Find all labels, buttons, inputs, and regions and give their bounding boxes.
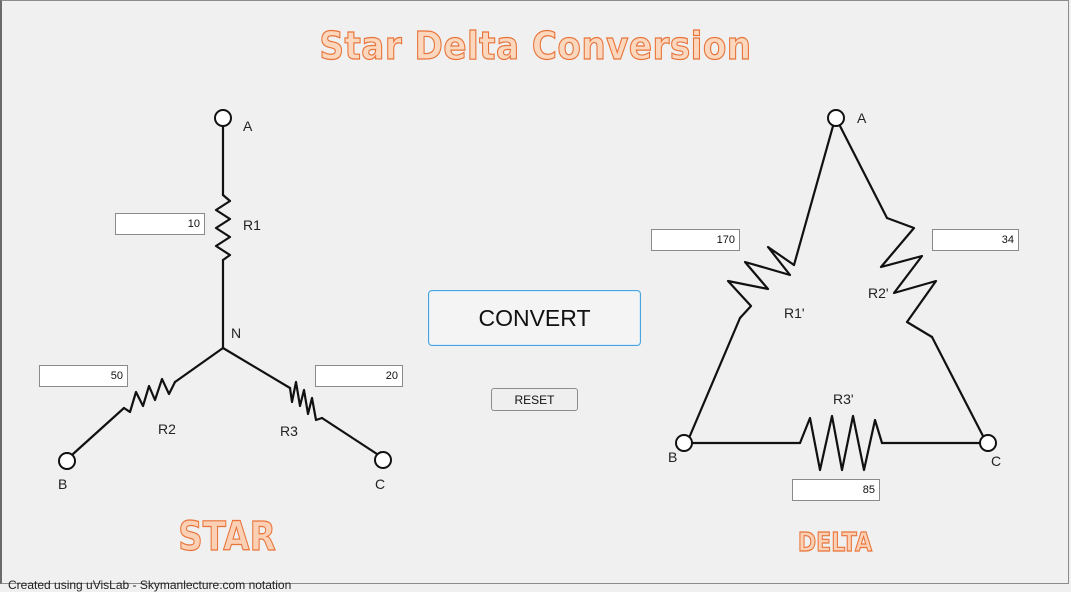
delta-wire-ab2: [687, 316, 742, 440]
star-section-label: STAR: [178, 513, 277, 560]
delta-r2-input[interactable]: [932, 229, 1019, 251]
delta-r3-input[interactable]: [792, 479, 880, 501]
reset-button[interactable]: RESET: [491, 388, 578, 411]
delta-resistor-r3-zigzag: [798, 414, 884, 472]
delta-resistor-r2-zigzag: [879, 216, 938, 339]
star-r1-input[interactable]: [115, 213, 205, 235]
star-node-c-label: C: [375, 476, 385, 492]
star-r2-input[interactable]: [39, 365, 128, 387]
delta-node-c-label: C: [991, 453, 1001, 469]
star-node-a-label: A: [243, 118, 253, 134]
star-r3-label: R3: [280, 423, 298, 439]
star-resistor-r1-zigzag: [214, 193, 232, 262]
delta-wire-ab1: [792, 124, 835, 267]
delta-section-label: DELTA: [797, 527, 873, 558]
convert-button[interactable]: CONVERT: [428, 290, 641, 346]
delta-wire-ac2: [930, 335, 985, 438]
star-wire-b1: [173, 346, 225, 384]
star-r1-label: R1: [243, 217, 261, 233]
delta-r3-label: R3': [833, 391, 854, 407]
star-resistor-r2-zigzag: [122, 377, 177, 414]
star-resistor-r3-zigzag: [288, 380, 324, 422]
star-terminal-c-icon: [374, 451, 392, 469]
footer-text: Created using uVisLab - Skymanlecture.co…: [8, 578, 292, 592]
star-node-n-label: N: [231, 325, 241, 341]
delta-node-b-label: B: [668, 449, 677, 465]
delta-terminal-a-icon: [827, 109, 845, 127]
star-r2-label: R2: [158, 421, 176, 437]
delta-r1-input[interactable]: [651, 229, 740, 251]
star-r3-input[interactable]: [315, 365, 403, 387]
star-wire-c2: [320, 416, 379, 456]
delta-wire-ac1: [838, 124, 889, 220]
delta-r2-label: R2': [868, 285, 889, 301]
delta-terminal-c-icon: [979, 434, 997, 452]
star-terminal-a-icon: [214, 109, 232, 127]
star-terminal-b-icon: [58, 452, 76, 470]
star-wire-c1: [221, 346, 292, 390]
star-wire-b2: [71, 406, 126, 456]
delta-terminal-b-icon: [675, 434, 693, 452]
delta-r1-label: R1': [784, 305, 805, 321]
star-node-b-label: B: [58, 476, 67, 492]
delta-node-a-label: A: [857, 110, 867, 126]
